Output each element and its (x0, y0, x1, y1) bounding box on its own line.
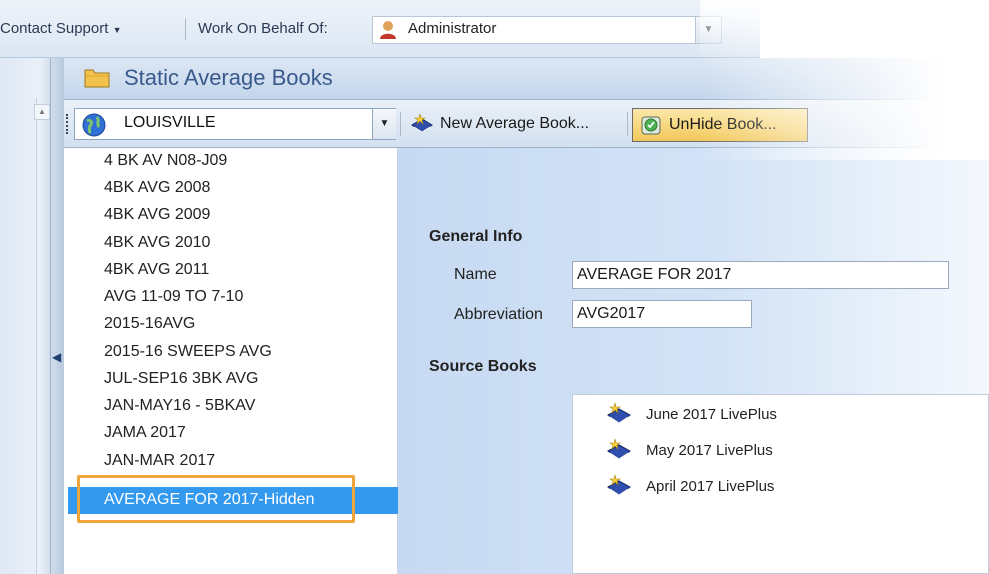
user-name: Administrator (408, 20, 497, 37)
source-books-heading: Source Books (429, 358, 537, 375)
page-title: Static Average Books (124, 65, 333, 90)
globe-icon (82, 113, 106, 141)
list-item[interactable]: 4BK AVG 2011 (104, 261, 209, 279)
unhide-icon (641, 116, 661, 135)
station-dropdown-button[interactable]: ▼ (372, 109, 396, 139)
work-on-behalf-label: Work On Behalf Of: (198, 20, 328, 37)
list-item[interactable]: 4BK AVG 2010 (104, 234, 210, 252)
list-item[interactable]: AVG 11-09 TO 7-10 (104, 288, 243, 306)
station-select[interactable] (74, 108, 396, 140)
list-item[interactable]: 4BK AVG 2008 (104, 179, 210, 197)
book-icon (606, 402, 632, 430)
contact-support-menu[interactable]: Contact Support ▼ (0, 20, 122, 37)
list-item[interactable]: JAN-MAR 2017 (104, 452, 215, 466)
new-book-label: New Average Book... (440, 115, 590, 132)
chevron-down-icon: ▼ (112, 25, 122, 35)
list-item[interactable]: 4BK AVG 2009 (104, 206, 210, 224)
abbreviation-label: Abbreviation (454, 306, 543, 323)
highlight-box (77, 475, 355, 523)
list-item[interactable]: 2015-16AVG (104, 315, 195, 333)
toolbar-grip[interactable] (66, 114, 70, 134)
scroll-up-button[interactable]: ▲ (34, 104, 50, 120)
toolbar-separator (627, 112, 628, 136)
chevron-down-icon: ▼ (379, 118, 390, 129)
folder-icon (84, 66, 110, 92)
list-item[interactable]: 4 BK AV N08-J09 (104, 152, 227, 170)
name-label: Name (454, 266, 497, 283)
source-book-item[interactable]: June 2017 LivePlus (646, 406, 777, 423)
divider (50, 58, 51, 574)
source-books-list[interactable] (572, 394, 989, 574)
menu-separator (185, 18, 186, 40)
source-book-item[interactable]: April 2017 LivePlus (646, 478, 774, 495)
collapse-arrow-icon[interactable]: ◀ (52, 350, 61, 364)
list-item[interactable]: JUL-SEP16 3BK AVG (104, 370, 258, 388)
source-book-item[interactable]: May 2017 LivePlus (646, 442, 773, 459)
toolbar-separator (400, 112, 401, 136)
name-field[interactable]: AVERAGE FOR 2017 (572, 261, 949, 289)
list-item[interactable]: JAMA 2017 (104, 424, 186, 442)
left-nav-strip (0, 58, 64, 574)
divider (36, 98, 37, 574)
station-value: LOUISVILLE (124, 114, 216, 131)
contact-support-label: Contact Support (0, 20, 109, 37)
list-item[interactable]: 2015-16 SWEEPS AVG (104, 343, 272, 361)
user-icon (378, 20, 398, 44)
book-icon (606, 474, 632, 502)
list-item[interactable]: JAN-MAY16 - 5BKAV (104, 397, 255, 415)
abbreviation-field[interactable]: AVG2017 (572, 300, 752, 328)
edge-fade (700, 0, 989, 60)
new-book-icon (411, 113, 433, 133)
new-average-book-button[interactable]: New Average Book... (404, 108, 624, 140)
book-icon (606, 438, 632, 466)
general-info-heading: General Info (429, 228, 523, 245)
